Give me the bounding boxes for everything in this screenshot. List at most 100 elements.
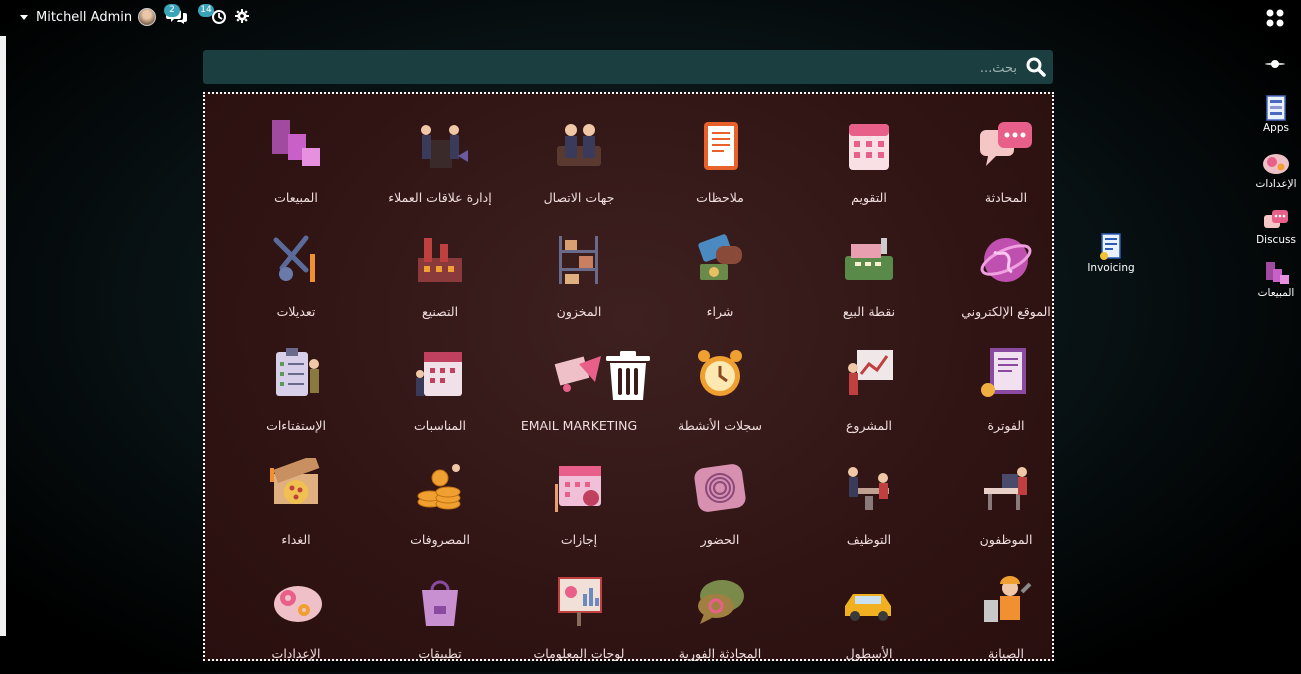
expenses-coins-icon [417, 464, 461, 510]
app-tile[interactable]: الإستفتاءات [227, 334, 365, 446]
dock-item[interactable]: Discuss [1246, 206, 1301, 246]
dock-item-label: Discuss [1256, 234, 1296, 246]
app-tile[interactable]: المناسبات [371, 334, 509, 446]
project-board-icon [848, 350, 893, 395]
app-tile[interactable]: الصيانة [937, 562, 1075, 674]
gear-icon [235, 9, 249, 23]
settings-cloud-icon [274, 586, 322, 622]
desktop-item-label: Invoicing [1087, 262, 1135, 274]
app-label: شراء [706, 304, 734, 319]
app-label: المناسبات [414, 418, 466, 433]
app-tile[interactable]: الغداء [227, 448, 365, 560]
tools-wrench-icon [273, 235, 315, 282]
app-label: الصيانة [988, 646, 1024, 661]
alarm-clock-icon [698, 350, 742, 396]
left-edge-bar [0, 36, 6, 636]
app-tile[interactable]: ملاحظات [651, 106, 789, 218]
app-tile[interactable]: المخزون [510, 220, 648, 332]
app-label: الفوترة [987, 418, 1025, 433]
sales-cubes-icon [272, 120, 320, 166]
user-menu[interactable]: Mitchell Admin [20, 8, 157, 26]
app-tile[interactable]: إجازات [510, 448, 648, 560]
dock-item-label: الإعدادات [1255, 178, 1297, 190]
employees-desk-icon [984, 467, 1027, 510]
app-launcher-icon[interactable] [1265, 8, 1285, 28]
app-tile[interactable]: الفوترة [937, 334, 1075, 446]
app-label: المحادثة الفورية [678, 646, 762, 661]
app-label: جهات الاتصال [543, 190, 615, 205]
app-tile[interactable]: نقطة البيع [800, 220, 938, 332]
settings-icon [1263, 154, 1289, 174]
app-tile[interactable]: لوحات المعلومات [510, 562, 648, 674]
app-label: المبيعات [274, 190, 318, 205]
app-label: الغداء [281, 532, 311, 547]
calendar-icon [849, 124, 889, 170]
settings-button[interactable] [235, 6, 251, 26]
app-label: التوظيف [846, 532, 892, 547]
app-tile[interactable]: الأسطول [800, 562, 938, 674]
spark-icon [1265, 60, 1285, 68]
dock-item[interactable]: الإعدادات [1246, 150, 1301, 190]
notes-icon [704, 122, 738, 170]
app-tile[interactable]: الموظفون [937, 448, 1075, 560]
dock-item[interactable]: Apps [1246, 94, 1301, 134]
app-tile[interactable]: إدارة علاقات العملاء [371, 106, 509, 218]
contacts-icon [557, 124, 601, 166]
app-label: نقطة البيع [842, 304, 896, 319]
app-label: ملاحظات [696, 190, 744, 205]
app-tile[interactable]: تطبيقات [371, 562, 509, 674]
desktop-item-invoicing[interactable]: Invoicing [1085, 232, 1137, 274]
dock-item-label: المبيعات [1257, 287, 1295, 299]
app-tile[interactable]: المصروفات [371, 448, 509, 560]
fingerprint-icon [694, 464, 746, 512]
invoicing-icon [1100, 233, 1121, 260]
app-tile[interactable]: المبيعات [227, 106, 365, 218]
dock-item[interactable]: المبيعات [1246, 259, 1301, 299]
messages-button[interactable]: 2 [164, 4, 190, 26]
app-label: إدارة علاقات العملاء [388, 190, 492, 205]
app-label: التقويم [851, 190, 887, 205]
app-label: الأسطول [845, 646, 893, 661]
app-tile[interactable]: التقويم [800, 106, 938, 218]
app-tile[interactable]: الإعدادات [227, 562, 365, 674]
app-tile[interactable]: الموقع الإلكتروني [937, 220, 1075, 332]
dashboard-board-icon [558, 577, 602, 626]
apps-icon [1266, 95, 1286, 121]
app-tile[interactable]: المحادثة [937, 106, 1075, 218]
activities-badge: 14 [198, 4, 214, 17]
app-tile[interactable]: سجلات الأنشطة [651, 334, 789, 446]
events-calendar-icon [416, 352, 462, 396]
messages-badge: 2 [164, 4, 180, 17]
app-label: EMAIL MARKETING [520, 418, 638, 433]
app-tile[interactable]: التصنيع [371, 220, 509, 332]
dock-item-label: Apps [1263, 122, 1289, 134]
invoice-icon [981, 348, 1026, 397]
app-label: الحضور [700, 532, 740, 547]
cash-register-icon [845, 238, 893, 280]
recruitment-icon [848, 467, 889, 510]
activities-button[interactable]: 14 [198, 4, 228, 26]
discuss-icon [1264, 210, 1288, 228]
app-label: الإعدادات [271, 646, 321, 661]
trash-icon[interactable] [603, 350, 653, 402]
app-tile[interactable]: شراء [651, 220, 789, 332]
search-input[interactable] [223, 56, 1019, 80]
sales-icon [1266, 262, 1289, 284]
app-tile[interactable]: الحضور [651, 448, 789, 560]
user-name: Mitchell Admin [36, 9, 133, 25]
avatar [138, 8, 157, 26]
email-marketing-icon [554, 356, 601, 392]
app-tile[interactable]: المحادثة الفورية [651, 562, 789, 674]
app-tile[interactable]: تعديلات [227, 220, 365, 332]
search-icon[interactable] [1025, 56, 1047, 78]
app-tile[interactable]: جهات الاتصال [510, 106, 648, 218]
app-tile[interactable]: المشروع [800, 334, 938, 446]
app-tile[interactable]: التوظيف [800, 448, 938, 560]
app-label: الموقع الإلكتروني [961, 304, 1051, 319]
factory-icon [418, 238, 462, 282]
surveys-clipboard-icon [276, 348, 319, 396]
app-label: المحادثة [984, 190, 1028, 205]
search-bar [203, 50, 1053, 84]
caret-down-icon [20, 14, 28, 20]
website-globe-icon [980, 238, 1032, 282]
